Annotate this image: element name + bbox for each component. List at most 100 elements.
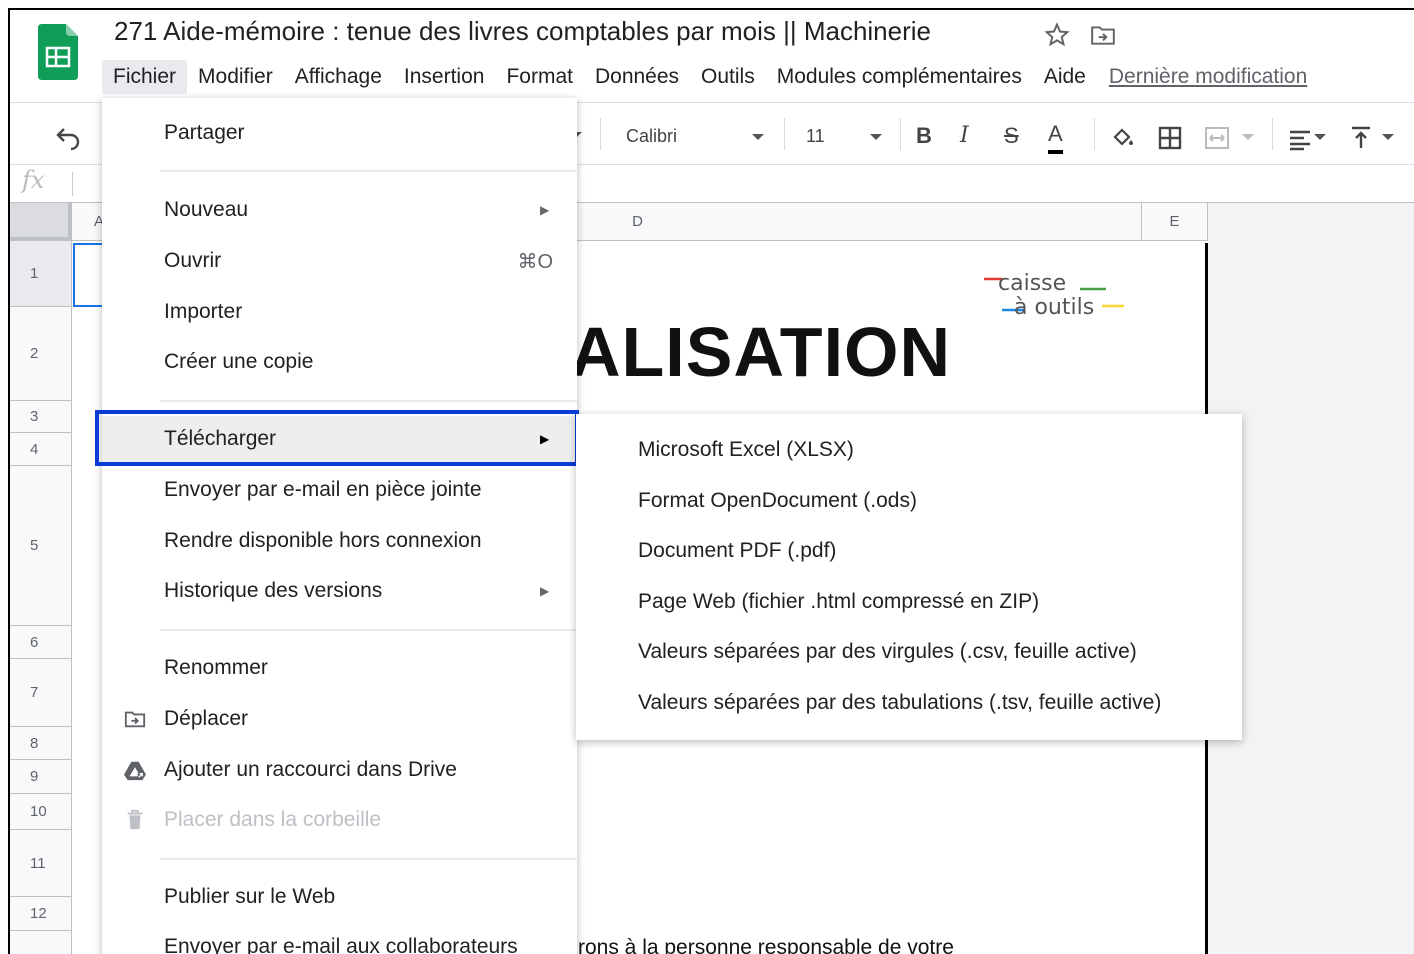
- menu-item-ouvrir[interactable]: Ouvrir ⌘O: [102, 238, 577, 284]
- menu-item-nouveau[interactable]: Nouveau ▶: [102, 187, 577, 233]
- menu-item-renommer[interactable]: Renommer: [102, 645, 577, 691]
- menu-separator: [160, 170, 577, 172]
- vertical-align-icon[interactable]: [1350, 124, 1372, 152]
- menu-modifier[interactable]: Modifier: [187, 60, 284, 94]
- row-header[interactable]: 5: [10, 466, 72, 626]
- row-header[interactable]: 1: [10, 241, 72, 307]
- menu-item-label: Ajouter un raccourci dans Drive: [164, 758, 457, 781]
- menu-item-creer-copie[interactable]: Créer une copie: [102, 339, 577, 385]
- formula-separator: [72, 172, 73, 196]
- download-tsv[interactable]: Valeurs séparées par des tabulations (.t…: [638, 691, 1161, 715]
- fill-color-icon[interactable]: [1110, 124, 1136, 152]
- menu-item-label: Ouvrir: [164, 249, 222, 272]
- menu-donnees[interactable]: Données: [584, 60, 690, 94]
- sheets-logo-icon[interactable]: [38, 24, 78, 80]
- row-header[interactable]: 11: [10, 830, 72, 897]
- svg-text:caisse: caisse: [998, 271, 1066, 296]
- merge-cells-icon[interactable]: [1204, 124, 1230, 152]
- menu-item-label: Historique des versions: [164, 579, 383, 602]
- font-caret-icon[interactable]: [752, 134, 764, 140]
- app-window: 271 Aide-mémoire : tenue des livres comp…: [8, 8, 1414, 954]
- row-header[interactable]: 9: [10, 760, 72, 794]
- toolbar-separator: [1272, 118, 1273, 150]
- bold-button[interactable]: B: [916, 122, 932, 150]
- menu-separator: [160, 400, 577, 402]
- menu-aide[interactable]: Aide: [1033, 60, 1097, 94]
- toolbar-separator: [900, 118, 901, 150]
- menu-outils[interactable]: Outils: [690, 60, 766, 94]
- row-header[interactable]: 6: [10, 626, 72, 659]
- font-size-caret-icon[interactable]: [870, 134, 882, 140]
- toolbar-separator: [600, 118, 601, 150]
- cell-text: rons à la personne responsable de votre: [578, 936, 954, 954]
- row-header[interactable]: 12: [10, 897, 72, 931]
- menu-separator: [160, 629, 577, 631]
- menu-format[interactable]: Format: [495, 60, 584, 94]
- menu-item-label: Créer une copie: [164, 350, 314, 373]
- caisse-a-outils-logo: caisse à outils: [984, 271, 1124, 320]
- menu-item-label: Importer: [164, 300, 243, 323]
- font-select[interactable]: Calibri: [626, 122, 677, 150]
- star-icon[interactable]: [1044, 22, 1070, 48]
- sheet-title-text: ALISATION: [570, 313, 952, 391]
- borders-icon[interactable]: [1158, 124, 1182, 152]
- shortcut-hint: ⌘O: [517, 250, 553, 273]
- menu-separator: [160, 858, 577, 860]
- submenu-arrow-icon: ▶: [540, 203, 550, 217]
- menu-item-importer[interactable]: Importer: [102, 289, 577, 335]
- vertical-align-caret-icon[interactable]: [1382, 134, 1394, 140]
- row-header[interactable]: 10: [10, 794, 72, 830]
- menu-fichier[interactable]: Fichier: [102, 60, 188, 94]
- align-caret-icon[interactable]: [1314, 134, 1326, 140]
- download-html-zip[interactable]: Page Web (fichier .html compressé en ZIP…: [638, 590, 1039, 614]
- select-all-corner[interactable]: [10, 203, 72, 241]
- move-folder-icon[interactable]: [1090, 23, 1116, 47]
- file-menu: Partager Nouveau ▶ Ouvrir ⌘O Importer Cr…: [95, 98, 579, 954]
- row-header[interactable]: 4: [10, 433, 72, 466]
- menu-insertion[interactable]: Insertion: [393, 60, 496, 94]
- column-header-e[interactable]: E: [1142, 203, 1208, 241]
- font-name: Calibri: [626, 126, 678, 146]
- menu-item-historique[interactable]: Historique des versions ▶: [102, 568, 577, 614]
- menu-item-partager[interactable]: Partager: [102, 110, 577, 156]
- text-color-button[interactable]: A: [1048, 122, 1063, 154]
- italic-button[interactable]: I: [960, 122, 969, 150]
- menu-item-hors-connexion[interactable]: Rendre disponible hors connexion: [102, 518, 577, 564]
- font-size-select[interactable]: 11: [806, 122, 825, 150]
- submenu-arrow-icon: ▶: [540, 584, 550, 598]
- menu-item-corbeille[interactable]: Placer dans la corbeille: [102, 797, 577, 843]
- toolbar-separator: [784, 118, 785, 150]
- menu-item-raccourci-drive[interactable]: Ajouter un raccourci dans Drive: [102, 747, 577, 793]
- row-header[interactable]: 2: [10, 307, 72, 401]
- merge-caret-icon[interactable]: [1242, 134, 1254, 140]
- strikethrough-button[interactable]: S: [1004, 122, 1019, 150]
- download-csv[interactable]: Valeurs séparées par des virgules (.csv,…: [638, 640, 1137, 664]
- document-title[interactable]: 271 Aide-mémoire : tenue des livres comp…: [114, 16, 931, 47]
- download-xlsx[interactable]: Microsoft Excel (XLSX): [638, 438, 854, 462]
- last-edit-link[interactable]: Dernière modification: [1109, 65, 1307, 89]
- menu-item-label: Envoyer par e-mail aux collaborateurs: [164, 935, 518, 954]
- menu-item-label: Envoyer par e-mail en pièce jointe: [164, 478, 482, 501]
- menu-item-label: Partager: [164, 121, 245, 144]
- toolbar-separator: [1094, 118, 1095, 150]
- menu-item-label: Déplacer: [164, 707, 249, 730]
- move-folder-icon: [124, 711, 146, 728]
- row-header[interactable]: 3: [10, 401, 72, 433]
- menu-item-publier[interactable]: Publier sur le Web: [102, 874, 577, 920]
- annotation-highlight-box: [95, 410, 579, 466]
- menu-affichage[interactable]: Affichage: [284, 60, 393, 94]
- row-header[interactable]: 8: [10, 727, 72, 760]
- menu-modules[interactable]: Modules complémentaires: [766, 60, 1033, 94]
- menu-item-deplacer[interactable]: Déplacer: [102, 696, 577, 742]
- row-header[interactable]: 7: [10, 659, 72, 727]
- align-left-icon[interactable]: [1288, 126, 1312, 154]
- menu-item-envoyer-collaborateurs[interactable]: Envoyer par e-mail aux collaborateurs: [102, 924, 577, 954]
- download-pdf[interactable]: Document PDF (.pdf): [638, 539, 836, 563]
- row-header[interactable]: [10, 931, 72, 954]
- menu-item-envoyer-piece-jointe[interactable]: Envoyer par e-mail en pièce jointe: [102, 467, 577, 513]
- formula-icon: fx: [22, 166, 45, 194]
- download-submenu: Microsoft Excel (XLSX) Format OpenDocume…: [576, 414, 1242, 740]
- undo-icon[interactable]: [54, 124, 82, 152]
- download-ods[interactable]: Format OpenDocument (.ods): [638, 489, 917, 513]
- menu-bar: Fichier Modifier Affichage Insertion For…: [102, 60, 1307, 94]
